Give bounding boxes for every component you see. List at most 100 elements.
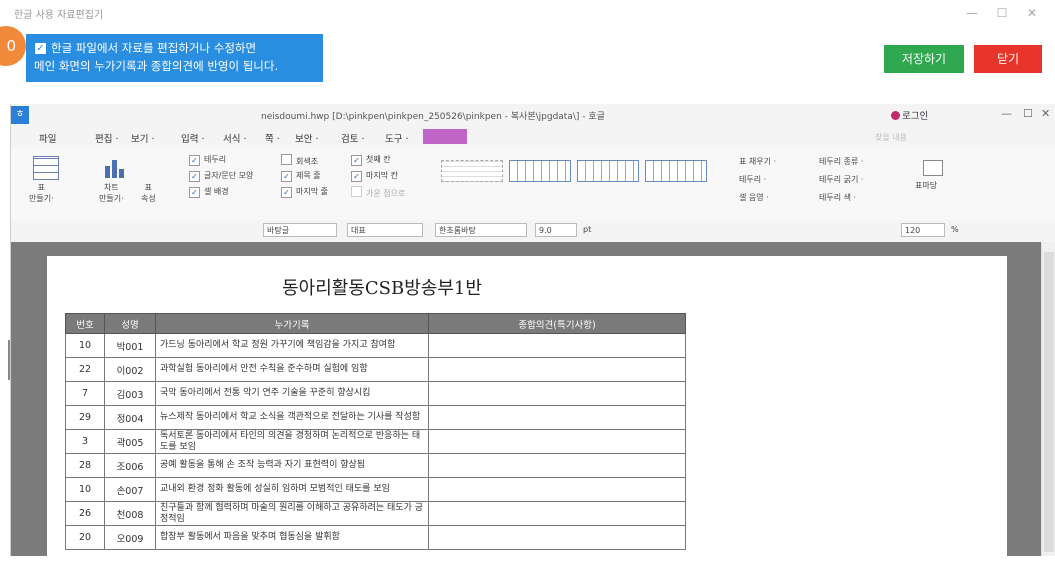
cell-name[interactable]: 박001 [104, 333, 156, 358]
menu-review[interactable]: 검토 · [341, 131, 365, 145]
cell-opinion[interactable] [428, 477, 686, 502]
zoom-input[interactable]: 120 [901, 223, 945, 237]
check-grayscale[interactable]: 회색조 [281, 154, 318, 167]
menu-insert[interactable]: 입력 · [181, 131, 205, 145]
cell-opinion[interactable] [428, 429, 686, 454]
cell-name[interactable]: 오009 [104, 525, 156, 550]
check-cellbg[interactable]: ✓ 셀 배경 [189, 186, 229, 198]
cell-record[interactable]: 교내외 환경 정화 활동에 성실히 임하며 모범적인 태도를 보임 [155, 477, 429, 502]
table-make-icon[interactable] [33, 156, 59, 180]
scroll-thumb[interactable] [1044, 252, 1054, 552]
table-context-tab[interactable] [423, 129, 467, 144]
table-row[interactable]: 28 조006 공예 활동을 통해 손 조작 능력과 자기 표현력이 향상됨 [65, 453, 686, 478]
cell-opinion[interactable] [428, 381, 686, 406]
table-style-1[interactable] [441, 160, 503, 182]
cell-shade-button[interactable]: 셀 음영 · [739, 192, 769, 203]
save-button[interactable]: 저장하기 [884, 45, 964, 73]
chart-make-label[interactable]: 차트 만들기· [99, 182, 124, 204]
check-first-col[interactable]: ✓ 첫째 칸 [351, 154, 391, 166]
table-style-3[interactable] [577, 160, 639, 182]
table-fill-button[interactable]: 표 채우기 · [739, 156, 776, 167]
table-row[interactable]: 10 박001 가드닝 동아리에서 학교 정원 가꾸기에 책임감을 가지고 참여함 [65, 333, 686, 358]
table-row[interactable]: 10 손007 교내외 환경 정화 활동에 성실히 임하며 모범적인 태도를 보임 [65, 477, 686, 502]
cell-no[interactable]: 26 [65, 501, 105, 526]
maximize-button[interactable]: ☐ [992, 4, 1012, 22]
cell-opinion[interactable] [428, 501, 686, 526]
table-prop-label[interactable]: 표 속성 [141, 182, 156, 204]
cell-opinion[interactable] [428, 357, 686, 382]
cell-record[interactable]: 합창부 활동에서 파음을 맞추며 협동심을 발휘함 [155, 525, 429, 550]
table-make-label[interactable]: 표 만들기· [29, 182, 54, 204]
border-button[interactable]: 테두리 · [739, 174, 766, 185]
cell-record[interactable]: 친구들과 함께 협력하며 마술의 원리를 이해하고 공유하려는 태도가 긍정적임 [155, 501, 429, 526]
cell-name[interactable]: 조006 [104, 453, 156, 478]
menu-security[interactable]: 보안 · [295, 131, 319, 145]
menu-edit[interactable]: 편집 · [95, 131, 119, 145]
menu-format[interactable]: 서식 · [223, 131, 247, 145]
font-size-input[interactable]: 9.0 [535, 223, 577, 237]
cell-no[interactable]: 20 [65, 525, 105, 550]
table-row[interactable]: 7 김003 국악 동아리에서 전통 악기 연주 기술을 꾸준히 향상시킴 [65, 381, 686, 406]
cell-name[interactable]: 손007 [104, 477, 156, 502]
check-header-row[interactable]: ✓ 제목 줄 [281, 170, 321, 182]
check-last-row[interactable]: ✓ 마지막 줄 [281, 186, 328, 198]
check-center-dot[interactable]: 가운 점으로 [351, 186, 405, 199]
cell-no[interactable]: 29 [65, 405, 105, 430]
cell-no[interactable]: 3 [65, 429, 105, 454]
close-window-button[interactable]: ✕ [1022, 4, 1042, 22]
cell-name[interactable]: 정004 [104, 405, 156, 430]
menu-view[interactable]: 보기 · [131, 131, 155, 145]
close-button[interactable]: 닫기 [974, 45, 1042, 73]
table-row[interactable]: 29 정004 뉴스제작 동아리에서 학교 소식을 객관적으로 전달하는 기사를 작… [65, 405, 686, 430]
cell-record[interactable]: 공예 활동을 통해 손 조작 능력과 자기 표현력이 향상됨 [155, 453, 429, 478]
cell-opinion[interactable] [428, 333, 686, 358]
cell-opinion[interactable] [428, 405, 686, 430]
cell-opinion[interactable] [428, 453, 686, 478]
cell-name[interactable]: 이002 [104, 357, 156, 382]
border-width-button[interactable]: 테두리 굵기 · [819, 174, 863, 185]
hwp-maximize-button[interactable]: ☐ [1023, 107, 1033, 120]
cell-no[interactable]: 22 [65, 357, 105, 382]
document-page[interactable]: 동아리활동CSB방송부1반 번호 성명 누가기록 종합의견(특기사항) 10 박0… [47, 256, 1007, 566]
cell-no[interactable]: 28 [65, 453, 105, 478]
cell-name[interactable]: 곽005 [104, 429, 156, 454]
tablemap-label[interactable]: 표마당 [915, 180, 937, 191]
check-last-col[interactable]: ✓ 마지막 칸 [351, 170, 398, 182]
cell-opinion[interactable] [428, 525, 686, 550]
cell-record[interactable]: 국악 동아리에서 전통 악기 연주 기술을 꾸준히 향상시킴 [155, 381, 429, 406]
menu-file[interactable]: 파일 [39, 131, 56, 145]
login-button[interactable]: 로그인 [891, 108, 928, 122]
table-row[interactable]: 26 천008 친구들과 함께 협력하며 마술의 원리를 이해하고 공유하려는 태도… [65, 501, 686, 526]
border-kind-button[interactable]: 테두리 종류 · [819, 156, 863, 167]
cell-record[interactable]: 과학실험 동아리에서 안전 수칙을 준수하며 실험에 임함 [155, 357, 429, 382]
border-color-button[interactable]: 테두리 색 · [819, 192, 856, 203]
cell-record[interactable]: 가드닝 동아리에서 학교 정원 가꾸기에 책임감을 가지고 참여함 [155, 333, 429, 358]
hwp-close-button[interactable]: ✕ [1041, 107, 1050, 120]
vertical-scrollbar[interactable] [1041, 242, 1055, 556]
menu-tools[interactable]: 도구 · [385, 131, 409, 145]
document-area[interactable]: 동아리활동CSB방송부1반 번호 성명 누가기록 종합의견(특기사항) 10 박0… [11, 242, 1041, 566]
style-select[interactable]: 바탕글 [263, 223, 337, 237]
table-row[interactable]: 3 곽005 독서토론 동아리에서 타인의 의견을 경청하며 논리적으로 반응하는 … [65, 429, 686, 454]
cell-record[interactable]: 뉴스제작 동아리에서 학교 소식을 객관적으로 전달하는 기사를 작성함 [155, 405, 429, 430]
minimize-button[interactable]: — [962, 4, 982, 22]
tablemap-icon[interactable] [923, 160, 943, 176]
table-row[interactable]: 22 이002 과학실험 동아리에서 안전 수칙을 준수하며 실험에 임함 [65, 357, 686, 382]
cell-name[interactable]: 천008 [104, 501, 156, 526]
cell-no[interactable]: 10 [65, 333, 105, 358]
cell-record[interactable]: 독서토론 동아리에서 타인의 의견을 경청하며 논리적으로 반응하는 태도를 보… [155, 429, 429, 454]
cell-no[interactable]: 7 [65, 381, 105, 406]
cell-name[interactable]: 김003 [104, 381, 156, 406]
table-style-2[interactable] [509, 160, 571, 182]
record-table[interactable]: 번호 성명 누가기록 종합의견(특기사항) 10 박001 가드닝 동아리에서 학교… [65, 313, 686, 550]
hwp-minimize-button[interactable]: — [1001, 107, 1012, 120]
menu-page[interactable]: 쪽 · [265, 131, 280, 145]
check-border[interactable]: ✓ 테두리 [189, 154, 226, 166]
chart-icon[interactable] [105, 158, 131, 178]
table-style-4[interactable] [645, 160, 707, 182]
cell-no[interactable]: 10 [65, 477, 105, 502]
language-select[interactable]: 대표 [347, 223, 423, 237]
table-row[interactable]: 20 오009 합창부 활동에서 파음을 맞추며 협동심을 발휘함 [65, 525, 686, 550]
font-select[interactable]: 한초롬바탕 [435, 223, 527, 237]
check-charshape[interactable]: ✓ 글자/문단 모양 [189, 170, 253, 182]
